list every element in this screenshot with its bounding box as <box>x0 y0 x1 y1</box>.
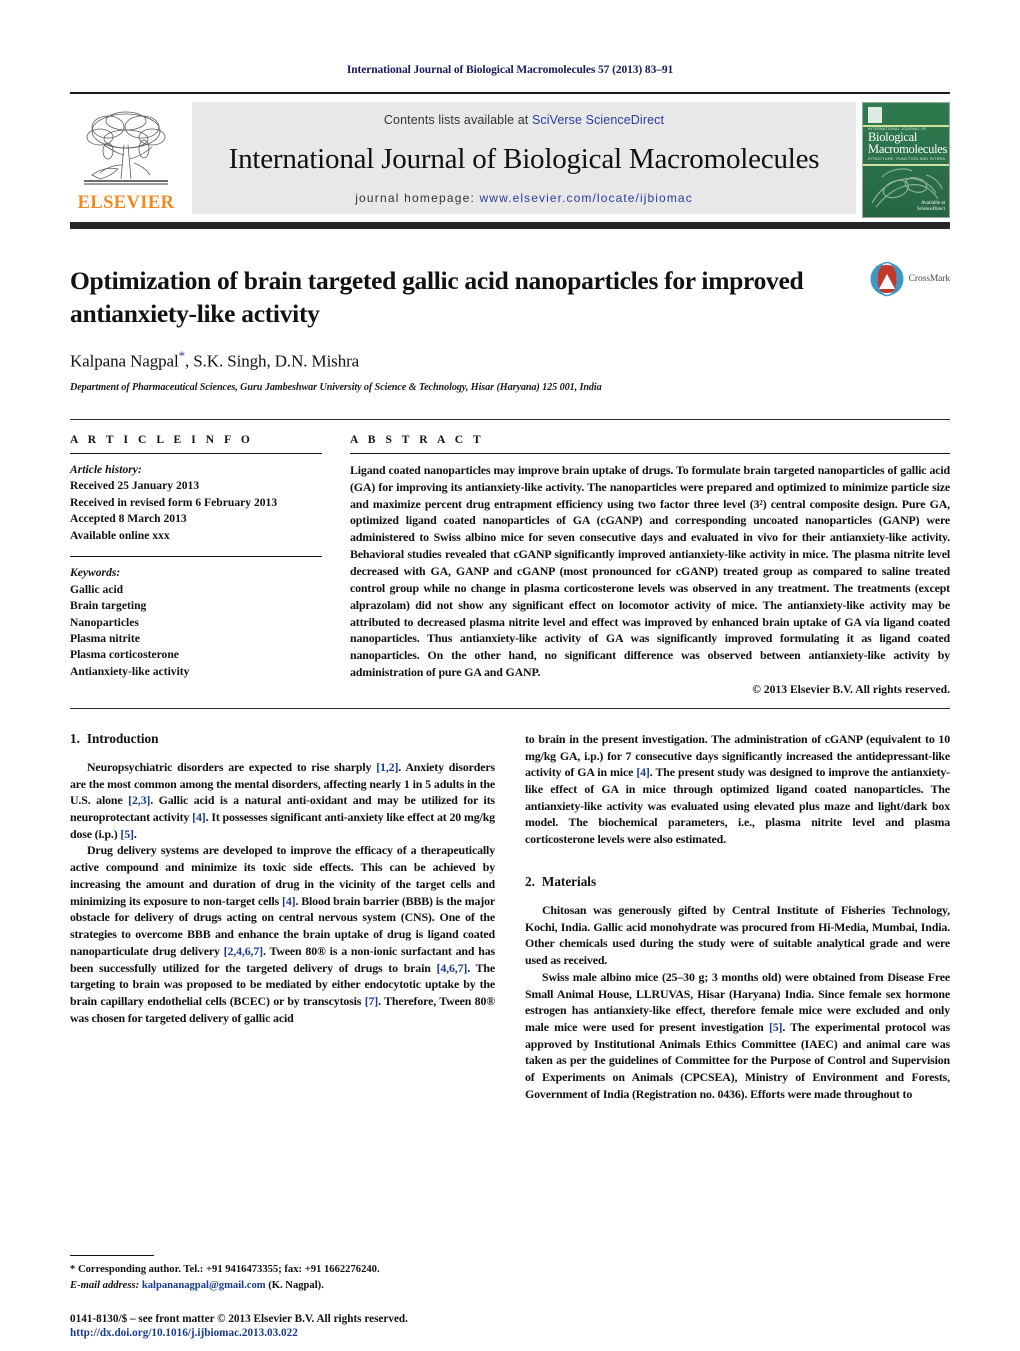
keywords-rule <box>70 556 322 558</box>
citation-ref[interactable]: [2,3] <box>128 793 150 807</box>
email-suffix: (K. Nagpal). <box>265 1279 324 1291</box>
footer-frontmatter: 0141-8130/$ – see front matter © 2013 El… <box>70 1313 408 1325</box>
body-columns: 1. Introduction Neuropsychiatric disorder… <box>70 731 950 1103</box>
section-number: 1. <box>70 730 80 746</box>
article-info-column: A R T I C L E I N F O Article history: R… <box>70 434 322 696</box>
keyword-item: Plasma corticosterone <box>70 648 179 662</box>
elsevier-logo: ELSEVIER <box>70 102 182 214</box>
cover-badge: Available at ScienceDirect <box>917 201 945 213</box>
keyword-item: Brain targeting <box>70 599 147 613</box>
journal-title: International Journal of Biological Macr… <box>228 142 820 175</box>
abstract-copyright: © 2013 Elsevier B.V. All rights reserved… <box>752 682 950 696</box>
abstract-bottom-rule <box>70 707 950 709</box>
citation-ref[interactable]: [4] <box>192 810 206 824</box>
corresponding-author-footnote: * Corresponding author. Tel.: +91 941647… <box>70 1255 490 1293</box>
elsevier-tree-icon <box>84 111 168 184</box>
contents-available-line: Contents lists available at SciVerse Sci… <box>384 113 664 127</box>
article-history-item: Available online xxx <box>70 528 170 542</box>
section-title: Introduction <box>86 730 159 746</box>
keyword-item: Plasma nitrite <box>70 631 140 645</box>
masthead-bottom-rule <box>70 222 950 229</box>
crossmark-icon <box>870 261 904 297</box>
journal-homepage-line: journal homepage: www.elsevier.com/locat… <box>355 191 693 205</box>
paragraph: Swiss male albino mice (25–30 g; 3 month… <box>525 969 950 1103</box>
article-history-label: Article history: <box>70 462 142 476</box>
footnote-corresponding: * Corresponding author. Tel.: +91 941647… <box>70 1264 380 1276</box>
section-heading-materials: 2. Materials <box>525 874 950 890</box>
journal-cover-thumbnail: INTERNATIONAL JOURNAL OF Biological Macr… <box>862 102 950 218</box>
citation-ref[interactable]: [4,6,7] <box>437 961 468 975</box>
body-column-right: to brain in the present investigation. T… <box>525 731 950 1103</box>
keyword-item: Nanoparticles <box>70 615 139 629</box>
paragraph: Neuropsychiatric disorders are expected … <box>70 759 495 843</box>
paper-page: International Journal of Biological Macr… <box>0 0 1020 1351</box>
footnote-rule <box>70 1255 154 1257</box>
paragraph: Drug delivery systems are developed to i… <box>70 842 495 1026</box>
paragraph: to brain in the present investigation. T… <box>525 731 950 848</box>
section-title: Materials <box>541 873 597 889</box>
page-title: Optimization of brain targeted gallic ac… <box>70 266 804 328</box>
email-link[interactable]: kalpananagpal@gmail.com <box>142 1280 266 1291</box>
keyword-item: Gallic acid <box>70 582 124 596</box>
elsevier-wordmark: ELSEVIER <box>77 192 175 213</box>
abstract-text: Ligand coated nanoparticles may improve … <box>350 462 950 680</box>
footer-doi-link[interactable]: http://dx.doi.org/10.1016/j.ijbiomac.201… <box>70 1327 630 1339</box>
author-corresponding: Kalpana Nagpal <box>70 351 179 371</box>
article-info-rule <box>70 452 322 454</box>
footnote-email: E-mail address: kalpananagpal@gmail.com … <box>70 1278 490 1293</box>
article-history-item: Accepted 8 March 2013 <box>70 512 187 526</box>
sciencedirect-link[interactable]: SciVerse ScienceDirect <box>532 113 664 127</box>
section-number: 2. <box>525 873 535 889</box>
crossmark-badge-group[interactable]: CrossMark <box>869 261 950 297</box>
journal-band: Contents lists available at SciVerse Sci… <box>192 102 856 214</box>
affiliation: Department of Pharmaceutical Sciences, G… <box>70 381 602 393</box>
paragraph: Chitosan was generously gifted by Centra… <box>525 902 950 968</box>
homepage-prefix: journal homepage: <box>355 191 480 205</box>
citation-ref[interactable]: [5] <box>769 1020 783 1034</box>
abstract-heading: A B S T R A C T <box>350 433 485 446</box>
author-list: Kalpana Nagpal*, S.K. Singh, D.N. Mishra <box>70 348 950 372</box>
info-top-rule <box>70 418 950 420</box>
crossmark-label: CrossMark <box>908 274 950 284</box>
text-run: Neuropsychiatric disorders are expected … <box>87 759 377 774</box>
cover-title-line2: Macromolecules <box>868 142 948 156</box>
page-footer: 0141-8130/$ – see front matter © 2013 El… <box>70 1313 630 1339</box>
cover-elsevier-mark <box>868 107 882 123</box>
title-block: CrossMark Optimization of brain targeted… <box>70 261 950 393</box>
journal-homepage-link[interactable]: www.elsevier.com/locate/ijbiomac <box>480 191 693 205</box>
keywords-label: Keywords: <box>70 566 121 580</box>
citation-ref[interactable]: [5] <box>120 827 134 841</box>
body-column-left: 1. Introduction Neuropsychiatric disorder… <box>70 731 495 1103</box>
citation-ref[interactable]: [2,4,6,7] <box>224 944 263 958</box>
abstract-column: A B S T R A C T Ligand coated nanopartic… <box>350 434 950 696</box>
abstract-rule <box>350 452 950 454</box>
contents-prefix: Contents lists available at <box>383 113 532 127</box>
author-others: , S.K. Singh, D.N. Mishra <box>184 351 360 371</box>
article-history-item: Received in revised form 6 February 2013 <box>70 495 278 509</box>
citation-ref[interactable]: [7] <box>365 994 379 1008</box>
article-info-heading: A R T I C L E I N F O <box>70 433 254 446</box>
cover-badge-line2: ScienceDirect <box>916 207 945 212</box>
citation-ref[interactable]: [4] <box>636 765 650 779</box>
journal-masthead: ELSEVIER Contents lists available at Sci… <box>70 92 950 218</box>
info-abstract-area: A R T I C L E I N F O Article history: R… <box>70 434 950 696</box>
running-head: International Journal of Biological Macr… <box>346 64 674 76</box>
citation-ref[interactable]: [4] <box>282 894 296 908</box>
text-run: . <box>133 826 137 841</box>
email-label: E-mail address: <box>70 1279 140 1291</box>
keyword-item: Antianxiety-like activity <box>70 664 190 678</box>
article-history-item: Received 25 January 2013 <box>70 479 200 493</box>
section-heading-introduction: 1. Introduction <box>70 731 495 747</box>
citation-ref[interactable]: [1,2] <box>376 760 398 774</box>
